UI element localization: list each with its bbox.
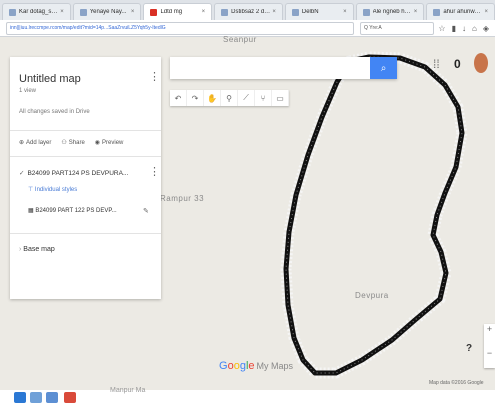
layer-item[interactable]: ✓ B24099 PART124 PS DEVPURA...: [19, 169, 128, 177]
ruler-icon[interactable]: ▭: [272, 90, 289, 106]
paint-icon[interactable]: ✎: [143, 207, 149, 215]
close-icon[interactable]: ×: [485, 9, 489, 15]
bookmark-icon[interactable]: ▮: [452, 24, 456, 33]
share-button[interactable]: ⚇ Share: [61, 139, 84, 147]
windows-start-icon[interactable]: [14, 392, 26, 403]
favicon-icon: [221, 8, 229, 16]
directions-icon[interactable]: ⑂: [255, 90, 272, 106]
map-attribution: Map data ©2016 Google: [429, 380, 484, 386]
divider: [10, 130, 161, 131]
browser-tab-active[interactable]: Ldtd mg ×: [143, 3, 213, 20]
close-icon[interactable]: ×: [414, 9, 418, 15]
notification-count[interactable]: 0: [454, 57, 461, 71]
close-icon[interactable]: ×: [131, 9, 135, 15]
layer-style-link[interactable]: ⊤ Individual styles: [28, 186, 77, 193]
help-icon[interactable]: ?: [466, 343, 472, 354]
favicon-icon: [362, 8, 370, 16]
browser-tab[interactable]: Yenaye Nay... ×: [72, 3, 142, 20]
avatar[interactable]: [474, 53, 488, 73]
map-search-input[interactable]: ⌕: [170, 57, 397, 79]
favicon-icon: [150, 8, 158, 16]
undo-icon[interactable]: ↶: [170, 90, 187, 106]
divider: [10, 156, 161, 157]
close-icon[interactable]: ×: [60, 9, 64, 15]
place-label-bottom: Manpur Ma: [110, 387, 146, 394]
place-label-top: Seanpur: [223, 35, 257, 44]
map-canvas[interactable]: Seanpur Rampur 33 Devpura Untitled map ⋮…: [0, 35, 495, 390]
place-label-inside: Devpura: [355, 291, 389, 300]
divider: [10, 233, 161, 234]
google-my-maps-logo: Google My Maps: [219, 360, 294, 372]
home-icon[interactable]: ⌂: [472, 24, 477, 33]
browser-tab[interactable]: ahur ahuriwe rstay...×: [426, 3, 495, 20]
marker-icon[interactable]: ⚲: [221, 90, 238, 106]
layer-data-row[interactable]: ▦ B24099 PART 122 PS DEVP...: [28, 207, 117, 214]
search-icon: ⌕: [380, 62, 387, 74]
style-icon: ⊤: [28, 187, 35, 193]
redo-icon[interactable]: ↷: [187, 90, 204, 106]
add-layer-button[interactable]: ⊕ Add layer: [19, 139, 51, 147]
map-title[interactable]: Untitled map: [19, 73, 81, 85]
favicon-icon: [433, 8, 441, 16]
favicon-icon: [9, 8, 16, 16]
more-options-icon[interactable]: ⋮: [149, 72, 160, 83]
star-icon[interactable]: ☆: [438, 24, 445, 33]
map-layers-panel: Untitled map ⋮ 1 view All changes saved …: [10, 57, 161, 299]
checkbox-checked-icon[interactable]: ✓: [19, 170, 24, 177]
browser-toolbar: ☆ ▮ ↓ ⌂ ◈: [438, 24, 489, 33]
base-map-toggle[interactable]: › Base map: [19, 246, 55, 253]
share-icon: ⚇: [61, 140, 67, 146]
tab-strip: Kar dotag_sstu dt...× Yenaye Nay...× Ldt…: [0, 0, 495, 21]
draw-line-icon[interactable]: ⟋: [238, 90, 255, 106]
browser-tab[interactable]: Dstibsaz 2 das ×: [214, 3, 283, 20]
app-taskbar-icon[interactable]: [64, 392, 76, 403]
close-icon[interactable]: ×: [272, 9, 276, 15]
browser-window: Kar dotag_sstu dt...× Yenaye Nay...× Ldt…: [0, 0, 495, 405]
zoom-control: + −: [484, 324, 495, 368]
favicon-icon: [79, 8, 87, 16]
eye-icon: ◉: [94, 140, 101, 146]
zoom-in-button[interactable]: +: [484, 324, 495, 334]
favicon-icon: [291, 8, 299, 16]
add-layer-icon: ⊕: [19, 140, 25, 146]
panel-actions: ⊕ Add layer ⚇ Share ◉ Preview: [19, 139, 124, 147]
save-status: All changes saved in Drive: [19, 109, 90, 115]
apps-grid-icon[interactable]: ⁞⁞: [433, 57, 440, 71]
close-icon[interactable]: ×: [343, 9, 347, 15]
place-label-left: Rampur 33: [160, 194, 205, 203]
close-icon[interactable]: ×: [202, 9, 206, 15]
download-icon[interactable]: ↓: [462, 24, 466, 33]
preview-button[interactable]: ◉ Preview: [94, 139, 124, 147]
shield-icon[interactable]: ◈: [483, 24, 489, 33]
browser-tab[interactable]: DelbN ×: [284, 3, 354, 20]
zoom-out-button[interactable]: −: [484, 348, 495, 358]
browser-search-input[interactable]: Q Yre:A: [360, 21, 434, 35]
polygon-outline: [283, 54, 465, 376]
layer-options-icon[interactable]: ⋮: [149, 167, 160, 178]
map-toolbar: ↶ ↷ ✋ ⚲ ⟋ ⑂ ▭: [170, 90, 289, 106]
hand-icon[interactable]: ✋: [204, 90, 221, 106]
browser-tab[interactable]: Ale ngneb heta at...×: [355, 3, 425, 20]
file-explorer-icon[interactable]: [30, 392, 42, 403]
search-button[interactable]: ⌕: [370, 57, 397, 79]
browser-tab[interactable]: Kar dotag_sstu dt...×: [2, 3, 71, 20]
browser-taskbar-icon[interactable]: [46, 392, 58, 403]
map-view-count: 1 view: [19, 88, 37, 94]
url-input[interactable]: inn|||iuu.lreccmpe.rcom/map/edit?mid=14p…: [6, 21, 354, 35]
